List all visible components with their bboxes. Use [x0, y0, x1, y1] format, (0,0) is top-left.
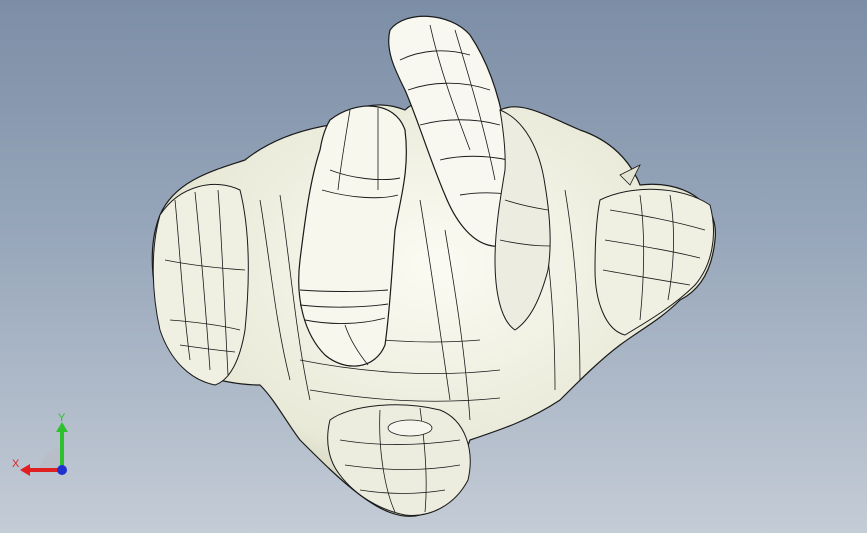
- graphics-viewport[interactable]: Y X: [0, 0, 867, 533]
- left-arm: [152, 183, 249, 386]
- 3d-model-render[interactable]: [0, 0, 867, 533]
- z-axis-dot: [57, 465, 67, 475]
- right-arm: [594, 188, 715, 336]
- y-axis-label: Y: [58, 412, 66, 424]
- x-axis-label: X: [12, 458, 20, 470]
- x-axis-arrow: [20, 464, 30, 476]
- orientation-triad: Y X: [12, 412, 68, 476]
